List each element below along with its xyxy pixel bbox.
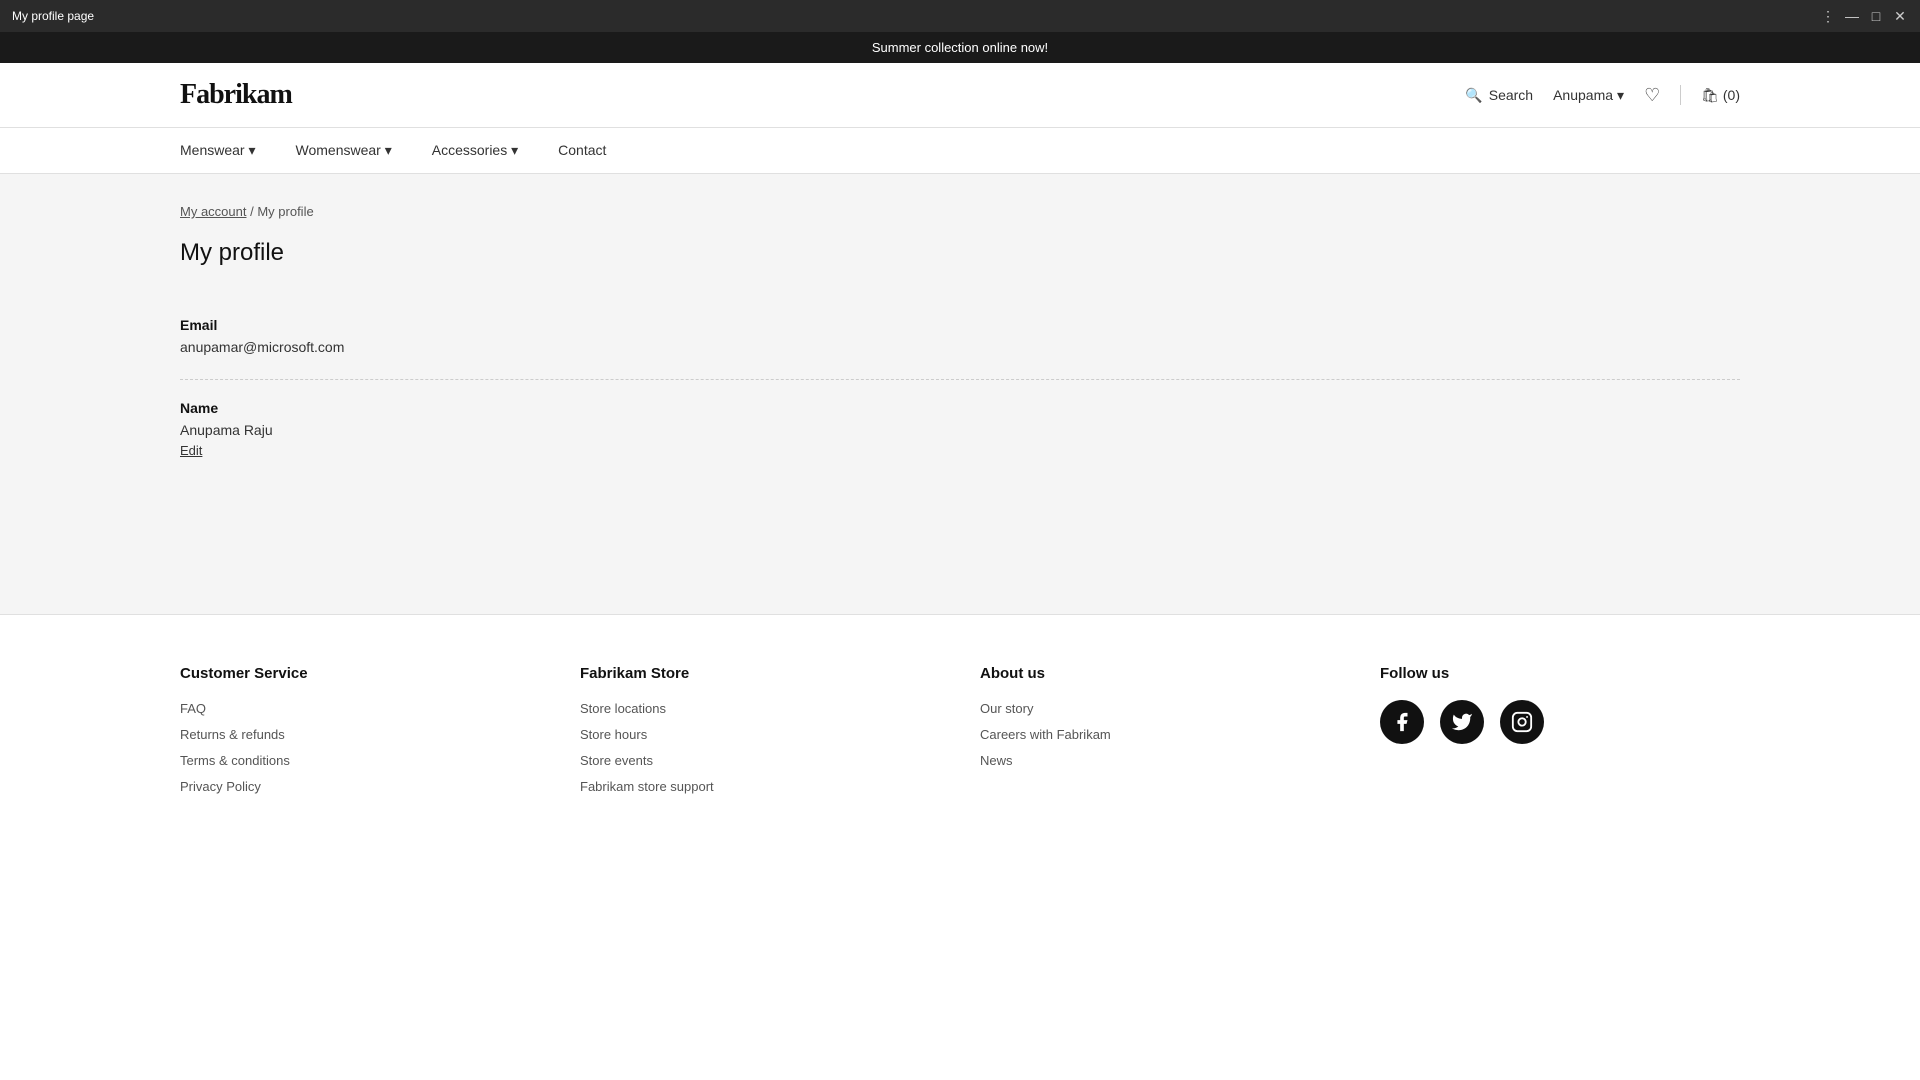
footer-fabrikam-store-heading: Fabrikam Store bbox=[580, 665, 940, 682]
chevron-menswear-icon: ▾ bbox=[248, 142, 255, 158]
list-item: News bbox=[980, 752, 1340, 768]
footer-grid: Customer Service FAQ Returns & refunds T… bbox=[180, 665, 1740, 804]
nav-item-accessories: Accessories ▾ bbox=[412, 128, 538, 173]
nav-link-womenswear[interactable]: Womenswear ▾ bbox=[276, 128, 412, 173]
social-icons-container bbox=[1380, 700, 1740, 744]
footer-link-faq[interactable]: FAQ bbox=[180, 701, 206, 716]
footer-follow-us-heading: Follow us bbox=[1380, 665, 1740, 682]
footer-link-news[interactable]: News bbox=[980, 753, 1013, 768]
footer-link-careers[interactable]: Careers with Fabrikam bbox=[980, 727, 1111, 742]
list-item: Privacy Policy bbox=[180, 778, 540, 794]
breadcrumb: My account / My profile bbox=[180, 204, 1740, 219]
list-item: Store locations bbox=[580, 700, 940, 716]
list-item: Fabrikam store support bbox=[580, 778, 940, 794]
nav-list: Menswear ▾ Womenswear ▾ Accessories ▾ Co… bbox=[180, 128, 1740, 173]
footer-customer-service-list: FAQ Returns & refunds Terms & conditions… bbox=[180, 700, 540, 794]
facebook-icon[interactable] bbox=[1380, 700, 1424, 744]
breadcrumb-current: My profile bbox=[257, 204, 313, 219]
nav-link-accessories[interactable]: Accessories ▾ bbox=[412, 128, 538, 173]
footer-col-follow-us: Follow us bbox=[1380, 665, 1740, 804]
chevron-accessories-icon: ▾ bbox=[511, 142, 518, 158]
nav-link-menswear[interactable]: Menswear ▾ bbox=[180, 128, 276, 173]
email-label: Email bbox=[180, 317, 1740, 333]
search-button[interactable]: 🔍 Search bbox=[1465, 87, 1533, 104]
footer-col-customer-service: Customer Service FAQ Returns & refunds T… bbox=[180, 665, 540, 804]
site-logo[interactable]: Fabrikam bbox=[180, 79, 292, 111]
nav-link-contact[interactable]: Contact bbox=[538, 128, 626, 172]
footer-link-store-hours[interactable]: Store hours bbox=[580, 727, 647, 742]
cart-icon: 🛍 bbox=[1701, 87, 1719, 103]
browser-maximize-btn[interactable]: □ bbox=[1868, 8, 1884, 24]
footer-link-store-support[interactable]: Fabrikam store support bbox=[580, 779, 714, 794]
footer-link-our-story[interactable]: Our story bbox=[980, 701, 1033, 716]
edit-name-link[interactable]: Edit bbox=[180, 443, 202, 458]
cart-button[interactable]: 🛍 (0) bbox=[1701, 87, 1740, 104]
nav-item-womenswear: Womenswear ▾ bbox=[276, 128, 412, 173]
chevron-down-icon: ▾ bbox=[1617, 87, 1624, 104]
browser-close-btn[interactable]: ✕ bbox=[1892, 8, 1908, 24]
browser-tab-title: My profile page bbox=[12, 9, 94, 23]
list-item: Store events bbox=[580, 752, 940, 768]
list-item: Careers with Fabrikam bbox=[980, 726, 1340, 742]
browser-chrome: My profile page ⋮ — □ ✕ bbox=[0, 0, 1920, 32]
cart-count: (0) bbox=[1723, 87, 1740, 103]
breadcrumb-account-link[interactable]: My account bbox=[180, 204, 246, 219]
footer-fabrikam-store-list: Store locations Store hours Store events… bbox=[580, 700, 940, 794]
announcement-text: Summer collection online now! bbox=[872, 40, 1048, 55]
nav-item-contact: Contact bbox=[538, 128, 626, 173]
main-nav: Menswear ▾ Womenswear ▾ Accessories ▾ Co… bbox=[0, 128, 1920, 174]
user-name: Anupama bbox=[1553, 87, 1613, 103]
profile-section: Email anupamar@microsoft.com Name Anupam… bbox=[180, 297, 1740, 478]
name-value: Anupama Raju bbox=[180, 422, 1740, 438]
email-value: anupamar@microsoft.com bbox=[180, 339, 1740, 355]
wishlist-button[interactable]: ♡ bbox=[1644, 85, 1660, 106]
list-item: Returns & refunds bbox=[180, 726, 540, 742]
footer-about-us-heading: About us bbox=[980, 665, 1340, 682]
site-footer: Customer Service FAQ Returns & refunds T… bbox=[0, 614, 1920, 844]
footer-link-store-locations[interactable]: Store locations bbox=[580, 701, 666, 716]
site-header: Fabrikam 🔍 Search Anupama ▾ ♡ 🛍 (0) bbox=[0, 63, 1920, 128]
footer-link-returns[interactable]: Returns & refunds bbox=[180, 727, 285, 742]
footer-link-terms[interactable]: Terms & conditions bbox=[180, 753, 290, 768]
browser-more-btn[interactable]: ⋮ bbox=[1820, 8, 1836, 24]
name-edit-link-container: Edit bbox=[180, 442, 1740, 458]
heart-icon: ♡ bbox=[1644, 85, 1660, 105]
footer-link-store-events[interactable]: Store events bbox=[580, 753, 653, 768]
list-item: Terms & conditions bbox=[180, 752, 540, 768]
name-field-section: Name Anupama Raju Edit bbox=[180, 380, 1740, 478]
browser-minimize-btn[interactable]: — bbox=[1844, 8, 1860, 24]
nav-item-menswear: Menswear ▾ bbox=[180, 128, 276, 173]
list-item: FAQ bbox=[180, 700, 540, 716]
footer-col-about-us: About us Our story Careers with Fabrikam… bbox=[980, 665, 1340, 804]
search-icon: 🔍 bbox=[1465, 87, 1482, 104]
list-item: Store hours bbox=[580, 726, 940, 742]
header-actions: 🔍 Search Anupama ▾ ♡ 🛍 (0) bbox=[1465, 85, 1740, 106]
header-divider bbox=[1680, 85, 1681, 105]
footer-about-us-list: Our story Careers with Fabrikam News bbox=[980, 700, 1340, 768]
chevron-womenswear-icon: ▾ bbox=[385, 142, 392, 158]
search-label: Search bbox=[1489, 87, 1533, 103]
list-item: Our story bbox=[980, 700, 1340, 716]
main-content: My account / My profile My profile Email… bbox=[0, 174, 1920, 614]
announcement-bar: Summer collection online now! bbox=[0, 32, 1920, 63]
footer-col-fabrikam-store: Fabrikam Store Store locations Store hou… bbox=[580, 665, 940, 804]
page-title: My profile bbox=[180, 239, 1740, 267]
twitter-icon[interactable] bbox=[1440, 700, 1484, 744]
name-label: Name bbox=[180, 400, 1740, 416]
instagram-icon[interactable] bbox=[1500, 700, 1544, 744]
footer-customer-service-heading: Customer Service bbox=[180, 665, 540, 682]
user-account-button[interactable]: Anupama ▾ bbox=[1553, 87, 1624, 104]
footer-link-privacy[interactable]: Privacy Policy bbox=[180, 779, 261, 794]
email-field-section: Email anupamar@microsoft.com bbox=[180, 297, 1740, 380]
browser-controls: ⋮ — □ ✕ bbox=[1820, 8, 1908, 24]
